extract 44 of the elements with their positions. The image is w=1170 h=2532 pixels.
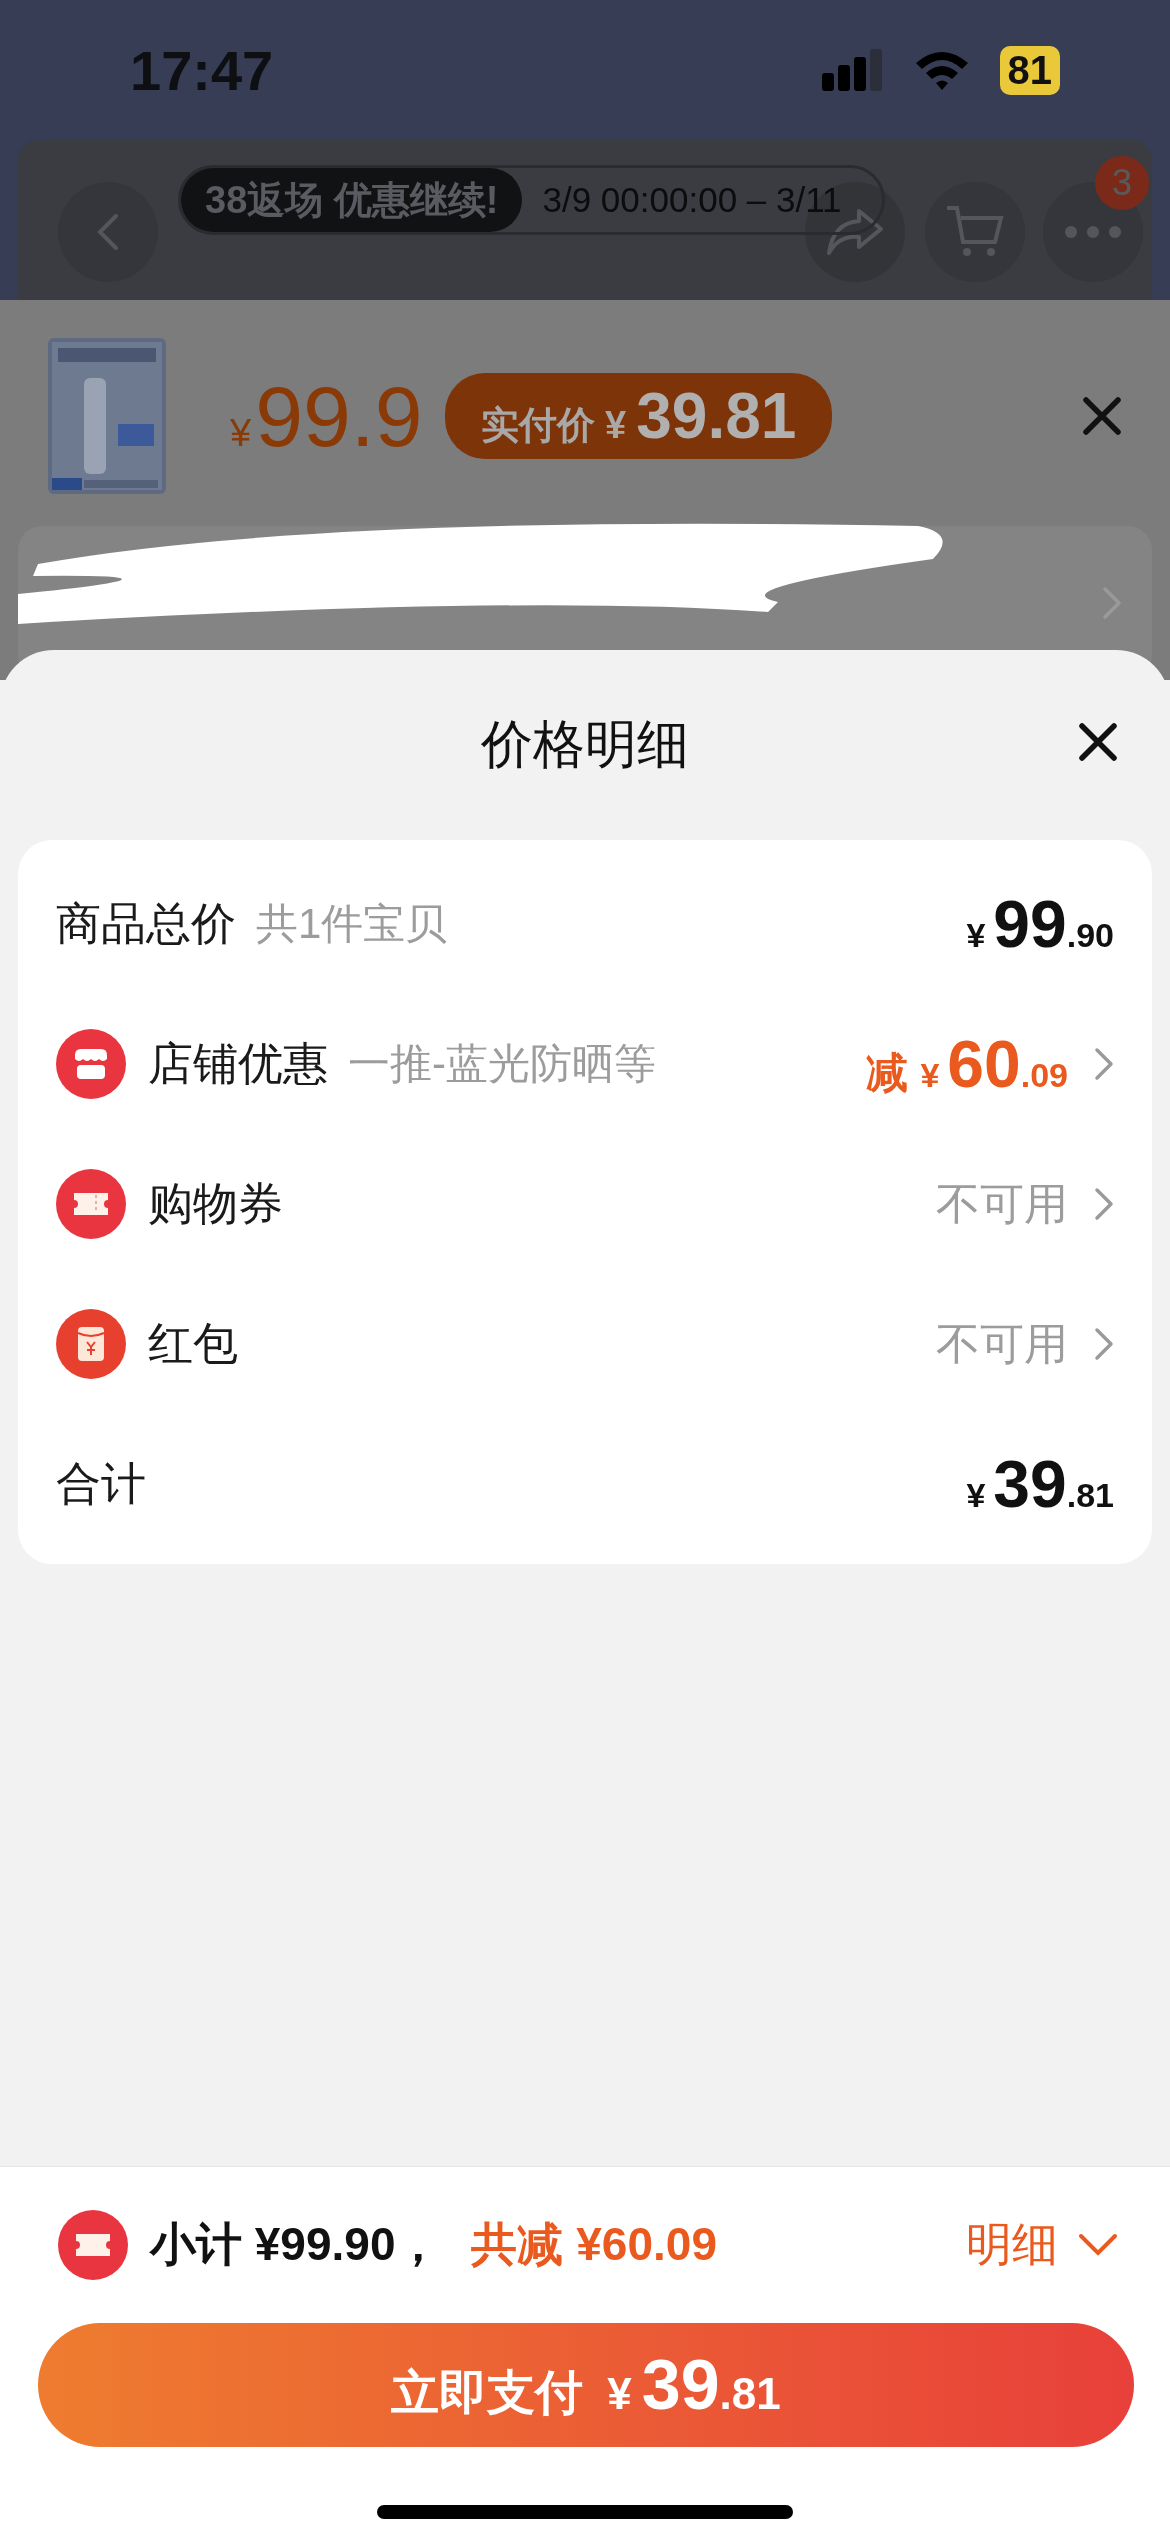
row-status: 不可用 (936, 1317, 1068, 1370)
status-time: 17:47 (130, 37, 274, 103)
chevron-down-icon (1078, 2233, 1118, 2257)
discount-label: 减 (866, 1048, 909, 1098)
price-integer: 39 (993, 1446, 1067, 1522)
promo-tag: 38返场 优惠继续! (181, 168, 523, 232)
chevron-right-icon (1094, 1047, 1114, 1081)
details-toggle[interactable]: 明细 (966, 2214, 1118, 2276)
battery-level: 81 (999, 45, 1060, 95)
price-decimal: .90 (1066, 916, 1114, 955)
row-label: 红包 (148, 1317, 238, 1371)
row-label: 购物券 (148, 1177, 283, 1231)
chevron-right-icon (1094, 1327, 1114, 1361)
envelope-icon (56, 1309, 126, 1379)
back-icon (96, 212, 120, 252)
notification-badge: 3 (1095, 156, 1149, 210)
currency-sign: ¥ (966, 916, 986, 955)
currency-sign: ¥ (966, 1476, 986, 1515)
product-price: 99.9 (255, 366, 423, 466)
row-status: 不可用 (936, 1177, 1068, 1230)
more-icon (1063, 225, 1123, 239)
pay-button[interactable]: 立即支付 ¥39.81 (38, 2323, 1134, 2447)
saving-text: 共减 ¥60.09 (471, 2217, 717, 2272)
row-note: 一推-蓝光防晒等 (348, 1039, 656, 1089)
ticket-icon (56, 1169, 126, 1239)
price-decimal: .81 (1066, 1476, 1114, 1515)
signal-icon (821, 49, 884, 91)
price-integer: 60 (947, 1026, 1021, 1102)
row-label: 商品总价 (56, 897, 236, 951)
row-label: 合计 (56, 1457, 146, 1511)
chevron-right-icon (1094, 1187, 1114, 1221)
subtotal-text: 小计 ¥99.90， (150, 2217, 442, 2272)
paid-price-label: 实付价 ¥ (480, 403, 627, 448)
row-note: 共1件宝贝 (256, 899, 448, 949)
ticket-icon (58, 2210, 128, 2280)
store-icon (56, 1029, 126, 1099)
currency-sign: ¥ (920, 1056, 940, 1095)
sheet-title: 价格明细 (481, 714, 689, 775)
currency-sign: ¥ (230, 411, 252, 455)
row-label: 店铺优惠 (148, 1037, 328, 1091)
price-integer: 99 (993, 886, 1067, 962)
close-icon[interactable] (1078, 722, 1118, 762)
price-decimal: .09 (1020, 1056, 1068, 1095)
paid-price: 39.81 (636, 379, 797, 453)
